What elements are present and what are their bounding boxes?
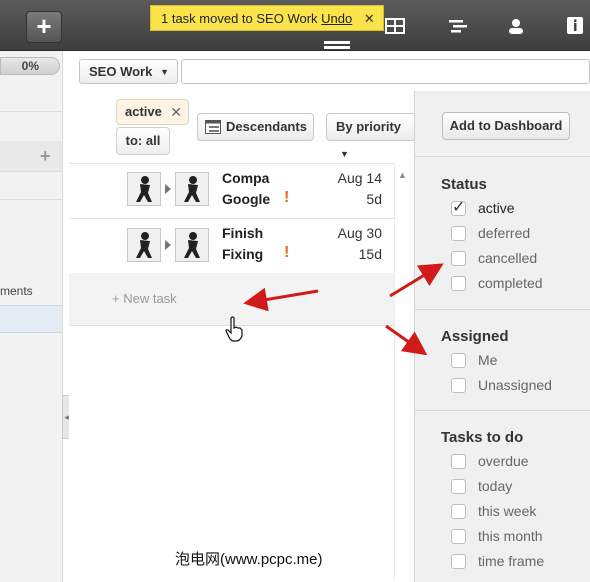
divider — [415, 156, 590, 157]
checkbox-label[interactable]: time frame — [478, 553, 544, 569]
player-silhouette-icon — [136, 232, 152, 258]
descendants-icon — [205, 120, 221, 134]
checkbox-label[interactable]: Me — [478, 352, 497, 368]
sort-label: By priority — [336, 119, 402, 134]
divider — [415, 309, 590, 310]
checkbox-me[interactable] — [451, 353, 466, 368]
priority-icon: ! — [284, 189, 290, 206]
checkbox-label[interactable]: today — [478, 478, 512, 494]
sidebar-item-label[interactable]: ments — [0, 284, 33, 298]
avatar — [175, 172, 209, 206]
avatar — [175, 228, 209, 262]
divider — [415, 410, 590, 411]
checkbox-label[interactable]: cancelled — [478, 250, 537, 266]
checkbox-completed[interactable] — [451, 276, 466, 291]
chevron-down-icon: ▼ — [340, 149, 349, 159]
checkbox-unassigned[interactable] — [451, 378, 466, 393]
undo-link[interactable]: Undo — [321, 11, 352, 26]
notification-bar: 1 task moved to SEO Work Undo ✕ — [150, 5, 384, 31]
status-filter-chip[interactable]: active ✕ — [116, 99, 189, 125]
player-silhouette-icon — [184, 176, 200, 202]
new-task-label: New task — [123, 291, 177, 306]
close-icon[interactable]: ✕ — [170, 100, 182, 124]
divider — [0, 199, 62, 200]
hand-cursor-icon — [225, 316, 243, 342]
sidebar-section-header — [0, 141, 62, 172]
checkbox-this-month[interactable] — [451, 529, 466, 544]
player-silhouette-icon — [136, 176, 152, 202]
watermark: 泡电网(www.pcpc.me) — [175, 551, 323, 568]
plus-icon: + — [112, 291, 120, 306]
task-title[interactable]: Finish Fixing — [222, 223, 270, 265]
user-view-icon[interactable] — [506, 18, 526, 34]
checkbox-label[interactable]: this month — [478, 528, 543, 544]
gantt-view-icon[interactable] — [448, 18, 468, 34]
add-button[interactable]: + — [26, 11, 62, 43]
checkbox-this-week[interactable] — [451, 504, 466, 519]
scrollbar[interactable] — [394, 163, 415, 581]
search-input[interactable] — [181, 59, 590, 84]
assignee-filter-chip[interactable]: to: all — [116, 127, 170, 155]
add-to-dashboard-button[interactable]: Add to Dashboard — [442, 112, 570, 140]
new-task-button[interactable]: + New task — [112, 291, 177, 306]
grid-view-icon[interactable] — [385, 18, 405, 34]
checkbox-cancelled[interactable] — [451, 251, 466, 266]
sidebar-item-selected[interactable] — [0, 305, 62, 333]
close-icon[interactable]: ✕ — [364, 11, 375, 26]
info-icon[interactable] — [565, 15, 585, 35]
arrow-right-icon — [165, 184, 171, 194]
task-date: Aug 14 5d — [337, 170, 382, 207]
checkbox-label[interactable]: completed — [478, 275, 543, 291]
sort-dropdown[interactable]: By priority ▼ — [326, 113, 418, 159]
tasks-to-do-heading: Tasks to do — [441, 429, 524, 446]
chip-label: active — [125, 104, 162, 119]
project-sidebar: 0% + ments — [0, 51, 63, 582]
scroll-up-icon[interactable]: ▲ — [398, 170, 407, 180]
checkbox-overdue[interactable] — [451, 454, 466, 469]
avatar — [127, 228, 161, 262]
task-date: Aug 30 15d — [337, 225, 382, 262]
task-title[interactable]: Compa Google — [222, 168, 270, 210]
project-dropdown[interactable]: SEO Work ▼ — [79, 59, 178, 84]
checkbox-label[interactable]: Unassigned — [478, 377, 552, 393]
avatar — [127, 172, 161, 206]
checkbox-deferred[interactable] — [451, 226, 466, 241]
chevron-down-icon: ▼ — [160, 67, 169, 77]
notification-text: 1 task moved to SEO Work — [161, 11, 318, 26]
list-view-icon[interactable] — [323, 40, 353, 50]
add-project-icon[interactable]: + — [40, 146, 51, 167]
checkbox-today[interactable] — [451, 479, 466, 494]
priority-icon: ! — [284, 244, 290, 261]
checkbox-label[interactable]: deferred — [478, 225, 530, 241]
checkbox-label[interactable]: active — [478, 200, 515, 216]
checkbox-label[interactable]: this week — [478, 503, 536, 519]
status-heading: Status — [441, 176, 487, 193]
project-dropdown-label: SEO Work — [89, 64, 153, 79]
divider — [0, 111, 62, 112]
player-silhouette-icon — [184, 232, 200, 258]
checkbox-label[interactable]: overdue — [478, 453, 529, 469]
progress-badge: 0% — [0, 57, 60, 75]
arrow-right-icon — [165, 240, 171, 250]
checkmark-icon: ✓ — [452, 199, 466, 216]
divider — [0, 171, 62, 172]
checkbox-time-frame[interactable] — [451, 554, 466, 569]
assigned-heading: Assigned — [441, 328, 509, 345]
